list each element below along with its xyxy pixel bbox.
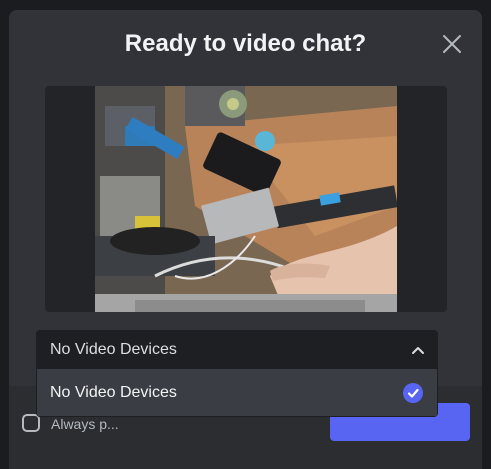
chevron-up-icon: [412, 347, 424, 354]
close-button[interactable]: [442, 34, 462, 54]
modal-title: Ready to video chat?: [124, 30, 367, 57]
option-label: No Video Devices: [50, 384, 177, 401]
always-preview-checkbox[interactable]: [22, 414, 40, 432]
close-icon: [443, 35, 461, 53]
device-dropdown-menu: No Video Devices: [36, 368, 438, 417]
checkbox-label: Always p...: [51, 416, 119, 432]
video-preview: [45, 86, 447, 312]
dropdown-option[interactable]: No Video Devices: [37, 369, 437, 416]
camera-feed-image: [95, 86, 397, 312]
video-device-select[interactable]: No Video Devices: [36, 330, 438, 368]
select-value: No Video Devices: [50, 341, 177, 358]
checkmark-icon: [403, 383, 423, 403]
